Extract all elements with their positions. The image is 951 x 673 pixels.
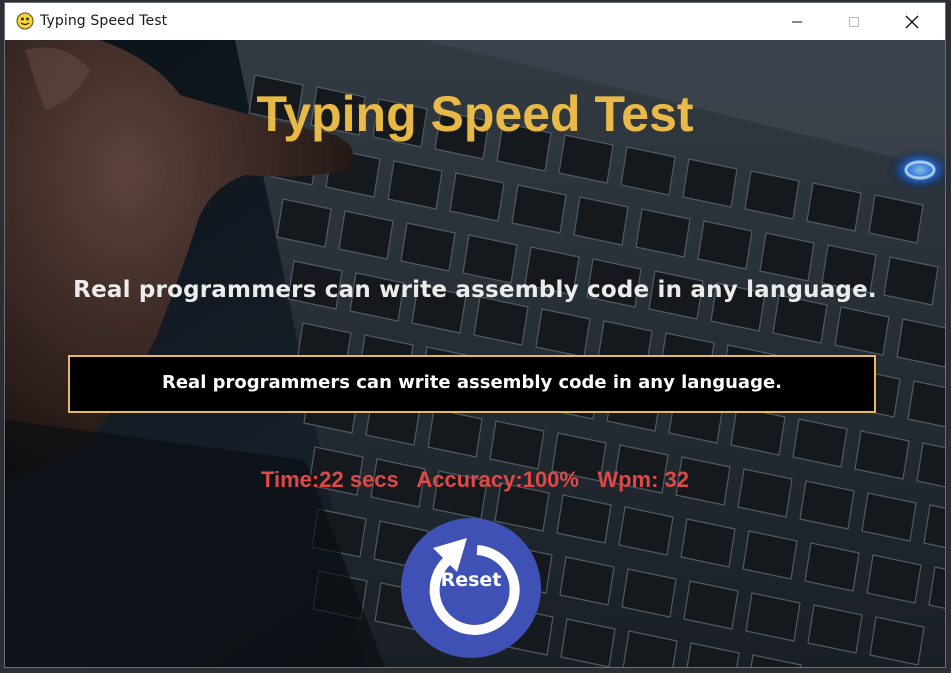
accuracy-stat: Accuracy:100% <box>416 467 579 492</box>
minimize-icon <box>792 21 802 22</box>
game-canvas[interactable]: Typing Speed Test Real programmers can w… <box>5 40 945 667</box>
title-bar[interactable]: Typing Speed Test <box>5 3 945 40</box>
close-button[interactable] <box>889 3 935 40</box>
maximize-icon <box>849 16 859 27</box>
reset-label: Reset <box>440 569 502 591</box>
wpm-stat: Wpm: 32 <box>597 467 690 492</box>
game-heading: Typing Speed Test <box>256 86 694 142</box>
time-stat: Time:22 secs <box>260 467 399 492</box>
app-window: Typing Speed Test Typing Speed Test Real… <box>5 3 945 667</box>
typed-text: Real programmers can write assembly code… <box>161 372 783 393</box>
reset-button[interactable]: Reset <box>399 516 551 667</box>
typing-input[interactable]: Real programmers can write assembly code… <box>68 355 876 413</box>
close-icon <box>905 15 919 28</box>
window-title: Typing Speed Test <box>40 13 168 29</box>
target-sentence: Real programmers can write assembly code… <box>73 277 877 303</box>
python-snake-icon <box>16 12 34 30</box>
maximize-button[interactable] <box>831 3 877 40</box>
minimize-button[interactable] <box>774 3 820 40</box>
stats-line: Time:22 secs Accuracy:100% Wpm: 32 <box>5 467 945 493</box>
